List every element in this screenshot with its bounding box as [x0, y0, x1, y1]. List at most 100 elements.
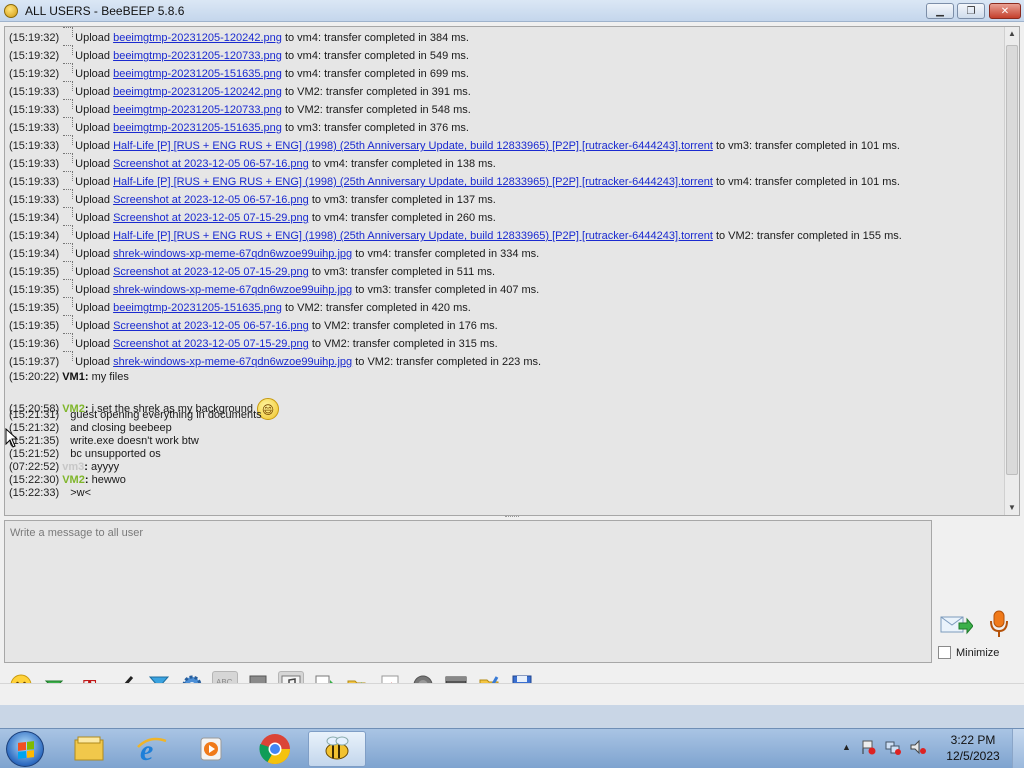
file-link[interactable]: beeimgtmp-20231205-120733.png: [113, 104, 282, 116]
chat-history[interactable]: (15:19:32) Upload beeimgtmp-20231205-1202…: [4, 26, 1020, 516]
transfer-status: to vm3: transfer completed in 376 ms.: [284, 122, 469, 134]
transfer-line: (15:19:33) Upload Half-Life [P] [RUS + EN…: [9, 171, 1005, 191]
chat-scrollbar[interactable]: ▲ ▼: [1004, 27, 1019, 515]
bee-icon: [325, 736, 349, 760]
timestamp: (15:19:33): [9, 104, 60, 116]
minimize-checkbox[interactable]: Minimize: [938, 646, 999, 659]
transfer-action: Upload: [75, 86, 111, 98]
chat-message: (15:20:22) VM1: my files: [9, 371, 1005, 384]
file-link[interactable]: Screenshot at 2023-12-05 07-15-29.png: [113, 266, 309, 278]
taskbar-media-player[interactable]: [182, 731, 240, 767]
message-text: bc unsupported os: [70, 448, 161, 460]
clock-time: 3:22 PM: [950, 733, 996, 747]
message-text: and closing beebeep: [70, 422, 172, 434]
network-icon[interactable]: [885, 739, 901, 755]
show-desktop-button[interactable]: [1012, 729, 1024, 768]
transfer-status: to vm4: transfer completed in 260 ms.: [311, 212, 496, 224]
file-link[interactable]: Screenshot at 2023-12-05 06-57-16.png: [113, 320, 309, 332]
chat-lines: (15:19:32) Upload beeimgtmp-20231205-1202…: [9, 27, 1005, 500]
timestamp: (15:19:35): [9, 320, 60, 332]
timestamp: (15:19:35): [9, 266, 60, 278]
chat-message: (15:21:35) write.exe doesn't work btw: [9, 435, 1005, 448]
transfer-action: Upload: [75, 266, 111, 278]
timestamp: (07:22:52): [9, 461, 60, 473]
media-player-icon: [200, 737, 222, 761]
transfer-line: (15:19:34) Upload Screenshot at 2023-12-0…: [9, 207, 1005, 227]
timestamp: (15:21:52): [9, 448, 60, 460]
taskbar-beebeep[interactable]: [308, 731, 366, 767]
taskbar-internet-explorer[interactable]: e: [122, 731, 180, 767]
file-link[interactable]: Screenshot at 2023-12-05 07-15-29.png: [113, 212, 309, 224]
close-button[interactable]: ✕: [989, 3, 1021, 19]
sender-nick[interactable]: VM1: [62, 371, 85, 383]
scroll-thumb[interactable]: [1006, 45, 1018, 475]
transfer-status: to VM2: transfer completed in 548 ms.: [284, 104, 471, 116]
upload-icon: [63, 99, 74, 109]
maximize-button[interactable]: ❐: [957, 3, 985, 19]
transfer-action: Upload: [75, 194, 111, 206]
file-link[interactable]: shrek-windows-xp-meme-67qdn6wzoe99uihp.j…: [113, 284, 352, 296]
minimize-button[interactable]: ▁: [926, 3, 954, 19]
transfer-action: Upload: [75, 140, 111, 152]
transfer-line: (15:19:34) Upload shrek-windows-xp-meme-6…: [9, 243, 1005, 263]
file-link[interactable]: shrek-windows-xp-meme-67qdn6wzoe99uihp.j…: [113, 356, 352, 368]
clock-date: 12/5/2023: [946, 749, 1000, 763]
transfer-line: (15:19:32) Upload beeimgtmp-20231205-1207…: [9, 45, 1005, 65]
chat-message: (15:21:32) and closing beebeep: [9, 422, 1005, 435]
file-link[interactable]: Screenshot at 2023-12-05 07-15-29.png: [113, 338, 309, 350]
message-text: guest opening everything in documents: [70, 409, 262, 421]
minimize-label: Minimize: [956, 646, 1000, 659]
message-text: write.exe doesn't work btw: [70, 435, 199, 447]
title-bar[interactable]: ALL USERS - BeeBEEP 5.8.6 ▁ ❐ ✕: [0, 0, 1024, 22]
start-button[interactable]: [6, 731, 44, 767]
transfer-line: (15:19:37) Upload shrek-windows-xp-meme-6…: [9, 351, 1005, 371]
voice-message-button[interactable]: [984, 608, 1014, 640]
timestamp: (15:19:35): [9, 302, 60, 314]
transfer-status: to VM2: transfer completed in 420 ms.: [284, 302, 471, 314]
scroll-up-arrow-icon[interactable]: ▲: [1005, 27, 1019, 41]
upload-icon: [63, 153, 74, 163]
sender-nick[interactable]: vm3: [62, 461, 84, 473]
taskbar-chrome[interactable]: [246, 731, 304, 767]
microphone-icon: [990, 610, 1008, 637]
timestamp: (15:19:33): [9, 194, 60, 206]
upload-icon: [63, 333, 74, 343]
file-link[interactable]: Half-Life [P] [RUS + ENG RUS + ENG] (199…: [113, 176, 713, 188]
transfer-line: (15:19:36) Upload Screenshot at 2023-12-0…: [9, 333, 1005, 353]
transfer-action: Upload: [75, 302, 111, 314]
nick-colon: :: [84, 474, 89, 486]
chat-message: (15:22:33) >w<: [9, 487, 1005, 500]
transfer-action: Upload: [75, 320, 111, 332]
file-link[interactable]: Screenshot at 2023-12-05 06-57-16.png: [113, 158, 309, 170]
file-link[interactable]: beeimgtmp-20231205-151635.png: [113, 122, 282, 134]
taskbar-explorer[interactable]: [60, 731, 118, 767]
file-link[interactable]: shrek-windows-xp-meme-67qdn6wzoe99uihp.j…: [113, 248, 352, 260]
transfer-status: to vm4: transfer completed in 699 ms.: [284, 68, 469, 80]
upload-icon: [63, 297, 74, 307]
scroll-down-arrow-icon[interactable]: ▼: [1005, 501, 1019, 515]
action-center-flag-icon[interactable]: [860, 739, 876, 755]
windows-logo-icon: [18, 741, 34, 759]
message-input[interactable]: Write a message to all user: [4, 520, 932, 663]
show-hidden-icons-icon[interactable]: ▲: [842, 742, 851, 752]
send-button[interactable]: [938, 610, 974, 638]
volume-muted-icon[interactable]: [910, 739, 926, 755]
taskbar-clock[interactable]: 3:22 PM 12/5/2023: [930, 732, 1016, 764]
transfer-line: (15:19:32) Upload beeimgtmp-20231205-1516…: [9, 63, 1005, 83]
file-link[interactable]: beeimgtmp-20231205-120733.png: [113, 50, 282, 62]
minimize-checkbox-box[interactable]: [938, 646, 951, 659]
upload-icon: [63, 135, 74, 145]
upload-icon: [63, 225, 74, 235]
file-link[interactable]: beeimgtmp-20231205-120242.png: [113, 32, 282, 44]
transfer-line: (15:19:33) Upload beeimgtmp-20231205-1202…: [9, 81, 1005, 101]
file-link[interactable]: Half-Life [P] [RUS + ENG RUS + ENG] (199…: [113, 230, 713, 242]
file-link[interactable]: Screenshot at 2023-12-05 06-57-16.png: [113, 194, 309, 206]
file-link[interactable]: beeimgtmp-20231205-151635.png: [113, 302, 282, 314]
chat-message: (15:21:52) bc unsupported os: [9, 448, 1005, 461]
upload-icon: [63, 81, 74, 91]
file-link[interactable]: beeimgtmp-20231205-120242.png: [113, 86, 282, 98]
sender-nick[interactable]: VM2: [62, 474, 85, 486]
internet-explorer-icon: e: [137, 734, 167, 765]
file-link[interactable]: Half-Life [P] [RUS + ENG RUS + ENG] (199…: [113, 140, 713, 152]
file-link[interactable]: beeimgtmp-20231205-151635.png: [113, 68, 282, 80]
